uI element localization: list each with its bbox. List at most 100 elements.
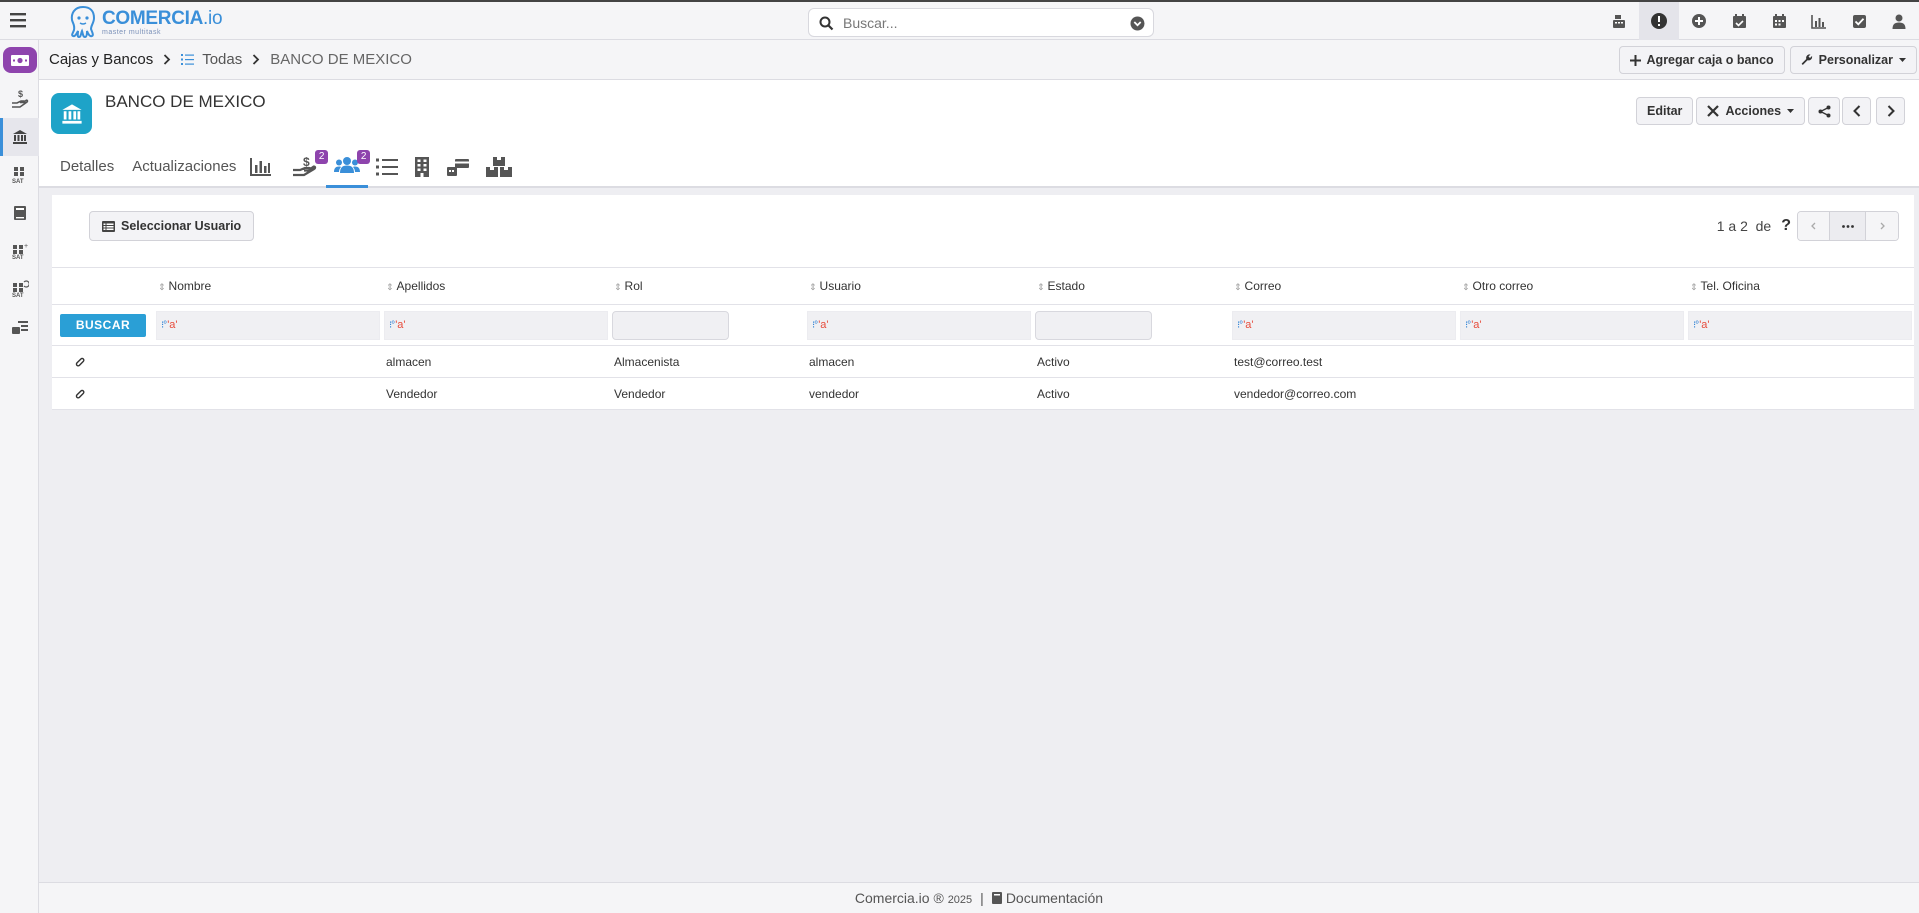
svg-text:SAT: SAT: [12, 293, 24, 298]
column-correo[interactable]: ⇕ Correo: [1230, 267, 1458, 305]
sidebar-item-payments[interactable]: $: [0, 80, 39, 118]
cell-apellidos: almacen: [382, 345, 610, 378]
link-icon[interactable]: [74, 356, 86, 368]
filter-text: 'a': [1243, 319, 1254, 331]
caret-down-icon: [1787, 109, 1795, 113]
cell-rol: Vendedor: [610, 377, 805, 410]
add-bank-button[interactable]: Agregar caja o banco: [1618, 46, 1785, 74]
filter-usuario[interactable]: ⁝°'a': [807, 310, 1031, 340]
next-record-button[interactable]: [1876, 97, 1905, 125]
sidebar-item-book[interactable]: [0, 194, 39, 232]
documentation-link[interactable]: Documentación: [991, 890, 1103, 906]
tab-reports[interactable]: [242, 145, 280, 188]
tab-list[interactable]: [368, 145, 406, 188]
sidebar-item-sat[interactable]: SAT: [0, 156, 39, 194]
building-icon: [415, 156, 430, 177]
user-icon[interactable]: [1879, 2, 1919, 40]
calendar-check-icon[interactable]: [1719, 2, 1759, 40]
alert-icon[interactable]: [1639, 2, 1679, 40]
app-logo[interactable]: COMERCIA.io master multitask: [68, 4, 223, 40]
filter-apellidos[interactable]: ⁝°'a': [384, 310, 608, 340]
filter-text: 'a': [1471, 319, 1482, 331]
chart-bar-icon[interactable]: [1799, 2, 1839, 40]
cell-usuario: almacen: [805, 345, 1033, 378]
filter-otro-correo[interactable]: ⁝°'a': [1460, 310, 1684, 340]
previous-record-button[interactable]: [1842, 97, 1871, 125]
tab-details[interactable]: Detalles: [54, 145, 120, 188]
tab-payments[interactable]: $ 2: [280, 145, 329, 188]
calendar-icon[interactable]: [1759, 2, 1799, 40]
cell-nombre: [154, 345, 382, 378]
checkbox-icon[interactable]: [1839, 2, 1879, 40]
sort-icon: ⇕: [158, 282, 166, 292]
help-icon[interactable]: ?: [1781, 217, 1791, 235]
sort-icon: ⇕: [809, 282, 817, 292]
breadcrumb-list[interactable]: Todas: [181, 51, 242, 68]
filter-estado-select[interactable]: [1035, 310, 1152, 340]
column-tel-oficina[interactable]: ⇕ Tel. Oficina: [1686, 267, 1914, 305]
filter-nombre[interactable]: ⁝°'a': [156, 310, 380, 340]
chevron-right-icon: [164, 54, 171, 65]
link-icon[interactable]: [74, 388, 86, 400]
tab-buildings[interactable]: [406, 145, 438, 188]
search-button[interactable]: BUSCAR: [60, 313, 146, 337]
column-estado[interactable]: ⇕ Estado: [1033, 267, 1230, 305]
users-table: ⇕ Nombre ⇕ Apellidos ⇕ Rol ⇕ Usuario ⇕ Estado…: [52, 267, 1914, 410]
cash-badge-icon: [2, 47, 37, 73]
tab-inventory[interactable]: [478, 145, 520, 188]
sidebar-item-sat-refresh[interactable]: SAT: [0, 270, 39, 308]
column-usuario[interactable]: ⇕ Usuario: [805, 267, 1033, 305]
edit-button[interactable]: Editar: [1636, 97, 1694, 125]
select-user-button[interactable]: Seleccionar Usuario: [89, 211, 255, 241]
filter-mode-icon: ⁝°: [1465, 319, 1471, 331]
filter-tel-oficina[interactable]: ⁝°'a': [1688, 310, 1912, 340]
column-nombre[interactable]: ⇕ Nombre: [154, 267, 382, 305]
more-pages-button[interactable]: [1830, 212, 1866, 240]
tools-icon: [1707, 105, 1720, 117]
tab-users[interactable]: 2: [326, 145, 371, 188]
table-row[interactable]: almacen Almacenista almacen Activo test@…: [52, 345, 1914, 378]
sort-icon: ⇕: [1234, 282, 1242, 292]
search-input[interactable]: [843, 13, 1123, 33]
column-apellidos[interactable]: ⇕ Apellidos: [382, 267, 610, 305]
footer: Comercia.io ® 2025 | Documentación: [39, 882, 1919, 913]
column-label: Tel. Oficina: [1700, 279, 1760, 293]
filter-mode-icon: ⁝°: [812, 319, 818, 331]
chevron-down-circle-icon[interactable]: [1130, 16, 1145, 31]
chevron-right-icon: [1880, 222, 1885, 230]
filter-mode-icon: ⁝°: [389, 319, 395, 331]
column-otro-correo[interactable]: ⇕ Otro correo: [1458, 267, 1686, 305]
cell-tel-oficina: [1686, 345, 1914, 378]
filter-rol-select[interactable]: [612, 310, 729, 340]
next-page-button[interactable]: [1866, 212, 1898, 240]
column-label: Correo: [1244, 279, 1282, 293]
tab-updates[interactable]: Actualizaciones: [120, 145, 242, 188]
record-bank-icon: [51, 93, 92, 134]
sidebar-item-sat-add[interactable]: + SAT: [0, 232, 39, 270]
sidebar-item-cash[interactable]: [0, 40, 39, 80]
tab-cards[interactable]: [438, 145, 478, 188]
record-tabs: Detalles Actualizaciones $ 2 2: [54, 145, 520, 188]
filter-row: BUSCAR ⁝°'a' ⁝°'a' ⁝°'a' ⁝°'a' ⁝°'a' ⁝° '…: [52, 304, 1914, 346]
table-list-icon: [102, 220, 115, 232]
top-bar: COMERCIA.io master multitask: [0, 0, 1919, 40]
sat-group-icon: SAT: [12, 167, 24, 184]
customize-button[interactable]: Personalizar: [1789, 46, 1917, 74]
column-rol[interactable]: ⇕ Rol: [610, 267, 805, 305]
filter-mode-icon: ⁝°: [161, 319, 167, 331]
sidebar-item-cards[interactable]: [0, 308, 39, 346]
sidebar-item-banks[interactable]: [0, 118, 39, 156]
cell-estado: Activo: [1033, 345, 1230, 378]
column-label: Usuario: [819, 279, 861, 293]
cell-nombre: [154, 377, 382, 410]
table-row[interactable]: Vendedor Vendedor vendedor Activo vended…: [52, 377, 1914, 410]
menu-icon[interactable]: [8, 12, 28, 28]
actions-button[interactable]: Acciones: [1696, 97, 1806, 125]
share-button[interactable]: [1808, 97, 1841, 125]
svg-text:+: +: [24, 243, 28, 250]
add-circle-icon[interactable]: [1679, 2, 1719, 40]
cash-register-icon[interactable]: [1599, 2, 1639, 40]
breadcrumb-root[interactable]: Cajas y Bancos: [49, 51, 153, 68]
filter-correo[interactable]: ⁝°'a': [1232, 310, 1456, 340]
previous-page-button[interactable]: [1798, 212, 1830, 240]
